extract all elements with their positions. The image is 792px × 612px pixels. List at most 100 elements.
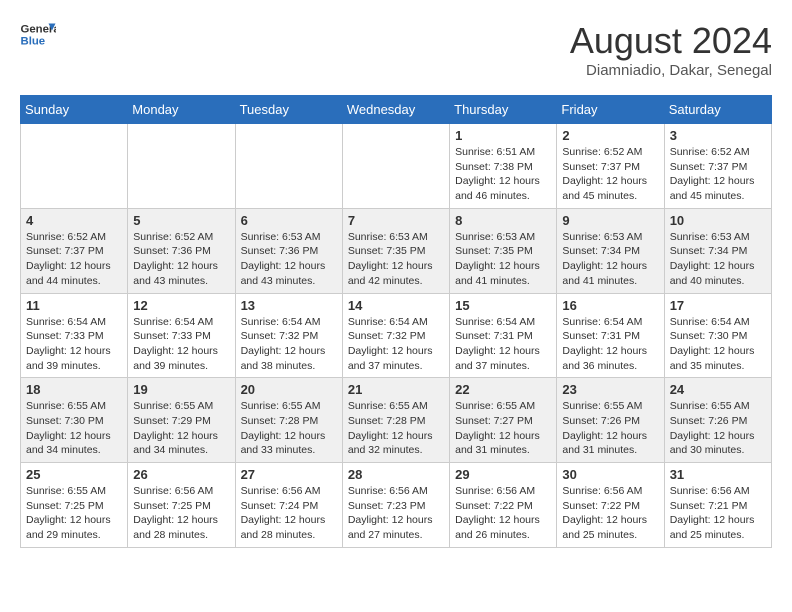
day-cell [342,124,449,209]
day-cell: 6 Sunrise: 6:53 AMSunset: 7:36 PMDaylight… [235,208,342,293]
day-cell: 27 Sunrise: 6:56 AMSunset: 7:24 PMDayligh… [235,463,342,548]
day-cell: 1Sunrise: 6:51 AMSunset: 7:38 PMDaylight… [450,124,557,209]
day-number: 27 [241,467,337,482]
day-info: Sunrise: 6:56 AMSunset: 7:22 PMDaylight:… [455,484,551,543]
day-cell: 15 Sunrise: 6:54 AMSunset: 7:31 PMDayligh… [450,293,557,378]
day-info: Sunrise: 6:55 AMSunset: 7:26 PMDaylight:… [562,399,658,458]
day-info: Sunrise: 6:56 AMSunset: 7:24 PMDaylight:… [241,484,337,543]
day-cell: 31 Sunrise: 6:56 AMSunset: 7:21 PMDayligh… [664,463,771,548]
day-number: 10 [670,213,766,228]
day-info: Sunrise: 6:53 AMSunset: 7:34 PMDaylight:… [670,230,766,289]
day-cell: 16 Sunrise: 6:54 AMSunset: 7:31 PMDayligh… [557,293,664,378]
day-cell: 25Sunrise: 6:55 AMSunset: 7:25 PMDayligh… [21,463,128,548]
header-wednesday: Wednesday [342,96,449,124]
day-number: 15 [455,298,551,313]
day-number: 28 [348,467,444,482]
day-info: Sunrise: 6:55 AMSunset: 7:30 PMDaylight:… [26,399,122,458]
day-number: 1 [455,128,551,143]
day-info: Sunrise: 6:52 AMSunset: 7:37 PMDaylight:… [26,230,122,289]
day-number: 26 [133,467,229,482]
header-tuesday: Tuesday [235,96,342,124]
week-row-2: 4 Sunrise: 6:52 AMSunset: 7:37 PMDaylight… [21,208,772,293]
day-number: 11 [26,298,122,313]
day-number: 3 [670,128,766,143]
day-cell: 10 Sunrise: 6:53 AMSunset: 7:34 PMDayligh… [664,208,771,293]
day-info: Sunrise: 6:52 AMSunset: 7:37 PMDaylight:… [562,145,658,204]
day-cell: 26 Sunrise: 6:56 AMSunset: 7:25 PMDayligh… [128,463,235,548]
day-number: 13 [241,298,337,313]
day-cell: 29 Sunrise: 6:56 AMSunset: 7:22 PMDayligh… [450,463,557,548]
header-friday: Friday [557,96,664,124]
day-number: 23 [562,382,658,397]
day-info: Sunrise: 6:54 AMSunset: 7:33 PMDaylight:… [133,315,229,374]
day-cell: 19 Sunrise: 6:55 AMSunset: 7:29 PMDayligh… [128,378,235,463]
day-info: Sunrise: 6:54 AMSunset: 7:31 PMDaylight:… [455,315,551,374]
day-number: 29 [455,467,551,482]
day-info: Sunrise: 6:56 AMSunset: 7:23 PMDaylight:… [348,484,444,543]
page-header: General Blue August 2024 Diamniadio, Dak… [20,20,772,79]
week-row-1: 1Sunrise: 6:51 AMSunset: 7:38 PMDaylight… [21,124,772,209]
header-sunday: Sunday [21,96,128,124]
day-number: 18 [26,382,122,397]
day-cell: 17Sunrise: 6:54 AMSunset: 7:30 PMDayligh… [664,293,771,378]
day-info: Sunrise: 6:56 AMSunset: 7:25 PMDaylight:… [133,484,229,543]
day-cell: 2 Sunrise: 6:52 AMSunset: 7:37 PMDaylight… [557,124,664,209]
day-number: 25 [26,467,122,482]
day-info: Sunrise: 6:55 AMSunset: 7:28 PMDaylight:… [348,399,444,458]
day-cell: 14 Sunrise: 6:54 AMSunset: 7:32 PMDayligh… [342,293,449,378]
day-cell: 22Sunrise: 6:55 AMSunset: 7:27 PMDayligh… [450,378,557,463]
calendar-table: SundayMondayTuesdayWednesdayThursdayFrid… [20,95,772,548]
day-info: Sunrise: 6:55 AMSunset: 7:26 PMDaylight:… [670,399,766,458]
day-number: 7 [348,213,444,228]
day-number: 21 [348,382,444,397]
day-number: 24 [670,382,766,397]
day-number: 31 [670,467,766,482]
day-cell: 30Sunrise: 6:56 AMSunset: 7:22 PMDayligh… [557,463,664,548]
day-number: 19 [133,382,229,397]
day-info: Sunrise: 6:56 AMSunset: 7:21 PMDaylight:… [670,484,766,543]
week-row-5: 25Sunrise: 6:55 AMSunset: 7:25 PMDayligh… [21,463,772,548]
day-cell [235,124,342,209]
day-number: 2 [562,128,658,143]
day-number: 6 [241,213,337,228]
month-year: August 2024 [570,20,772,62]
day-cell: 20Sunrise: 6:55 AMSunset: 7:28 PMDayligh… [235,378,342,463]
svg-text:Blue: Blue [21,36,46,48]
day-number: 14 [348,298,444,313]
day-cell: 12 Sunrise: 6:54 AMSunset: 7:33 PMDayligh… [128,293,235,378]
day-cell: 4 Sunrise: 6:52 AMSunset: 7:37 PMDaylight… [21,208,128,293]
day-cell: 9 Sunrise: 6:53 AMSunset: 7:34 PMDaylight… [557,208,664,293]
day-number: 16 [562,298,658,313]
day-cell: 11 Sunrise: 6:54 AMSunset: 7:33 PMDayligh… [21,293,128,378]
day-cell: 21 Sunrise: 6:55 AMSunset: 7:28 PMDayligh… [342,378,449,463]
day-info: Sunrise: 6:52 AMSunset: 7:37 PMDaylight:… [670,145,766,204]
day-cell: 7 Sunrise: 6:53 AMSunset: 7:35 PMDaylight… [342,208,449,293]
day-cell: 13 Sunrise: 6:54 AMSunset: 7:32 PMDayligh… [235,293,342,378]
day-info: Sunrise: 6:54 AMSunset: 7:33 PMDaylight:… [26,315,122,374]
day-info: Sunrise: 6:53 AMSunset: 7:35 PMDaylight:… [455,230,551,289]
logo-icon: General Blue [20,20,56,48]
header-monday: Monday [128,96,235,124]
title-block: August 2024 Diamniadio, Dakar, Senegal [570,20,772,79]
day-info: Sunrise: 6:54 AMSunset: 7:32 PMDaylight:… [348,315,444,374]
day-number: 20 [241,382,337,397]
week-row-3: 11 Sunrise: 6:54 AMSunset: 7:33 PMDayligh… [21,293,772,378]
day-info: Sunrise: 6:53 AMSunset: 7:36 PMDaylight:… [241,230,337,289]
header-saturday: Saturday [664,96,771,124]
day-cell [128,124,235,209]
day-info: Sunrise: 6:53 AMSunset: 7:34 PMDaylight:… [562,230,658,289]
day-info: Sunrise: 6:54 AMSunset: 7:31 PMDaylight:… [562,315,658,374]
day-number: 4 [26,213,122,228]
header-thursday: Thursday [450,96,557,124]
day-info: Sunrise: 6:54 AMSunset: 7:32 PMDaylight:… [241,315,337,374]
day-number: 22 [455,382,551,397]
day-info: Sunrise: 6:53 AMSunset: 7:35 PMDaylight:… [348,230,444,289]
day-number: 17 [670,298,766,313]
logo: General Blue [20,20,56,48]
day-number: 9 [562,213,658,228]
day-cell: 8Sunrise: 6:53 AMSunset: 7:35 PMDaylight… [450,208,557,293]
location: Diamniadio, Dakar, Senegal [570,62,772,79]
day-info: Sunrise: 6:55 AMSunset: 7:29 PMDaylight:… [133,399,229,458]
day-cell: 18 Sunrise: 6:55 AMSunset: 7:30 PMDayligh… [21,378,128,463]
day-number: 12 [133,298,229,313]
